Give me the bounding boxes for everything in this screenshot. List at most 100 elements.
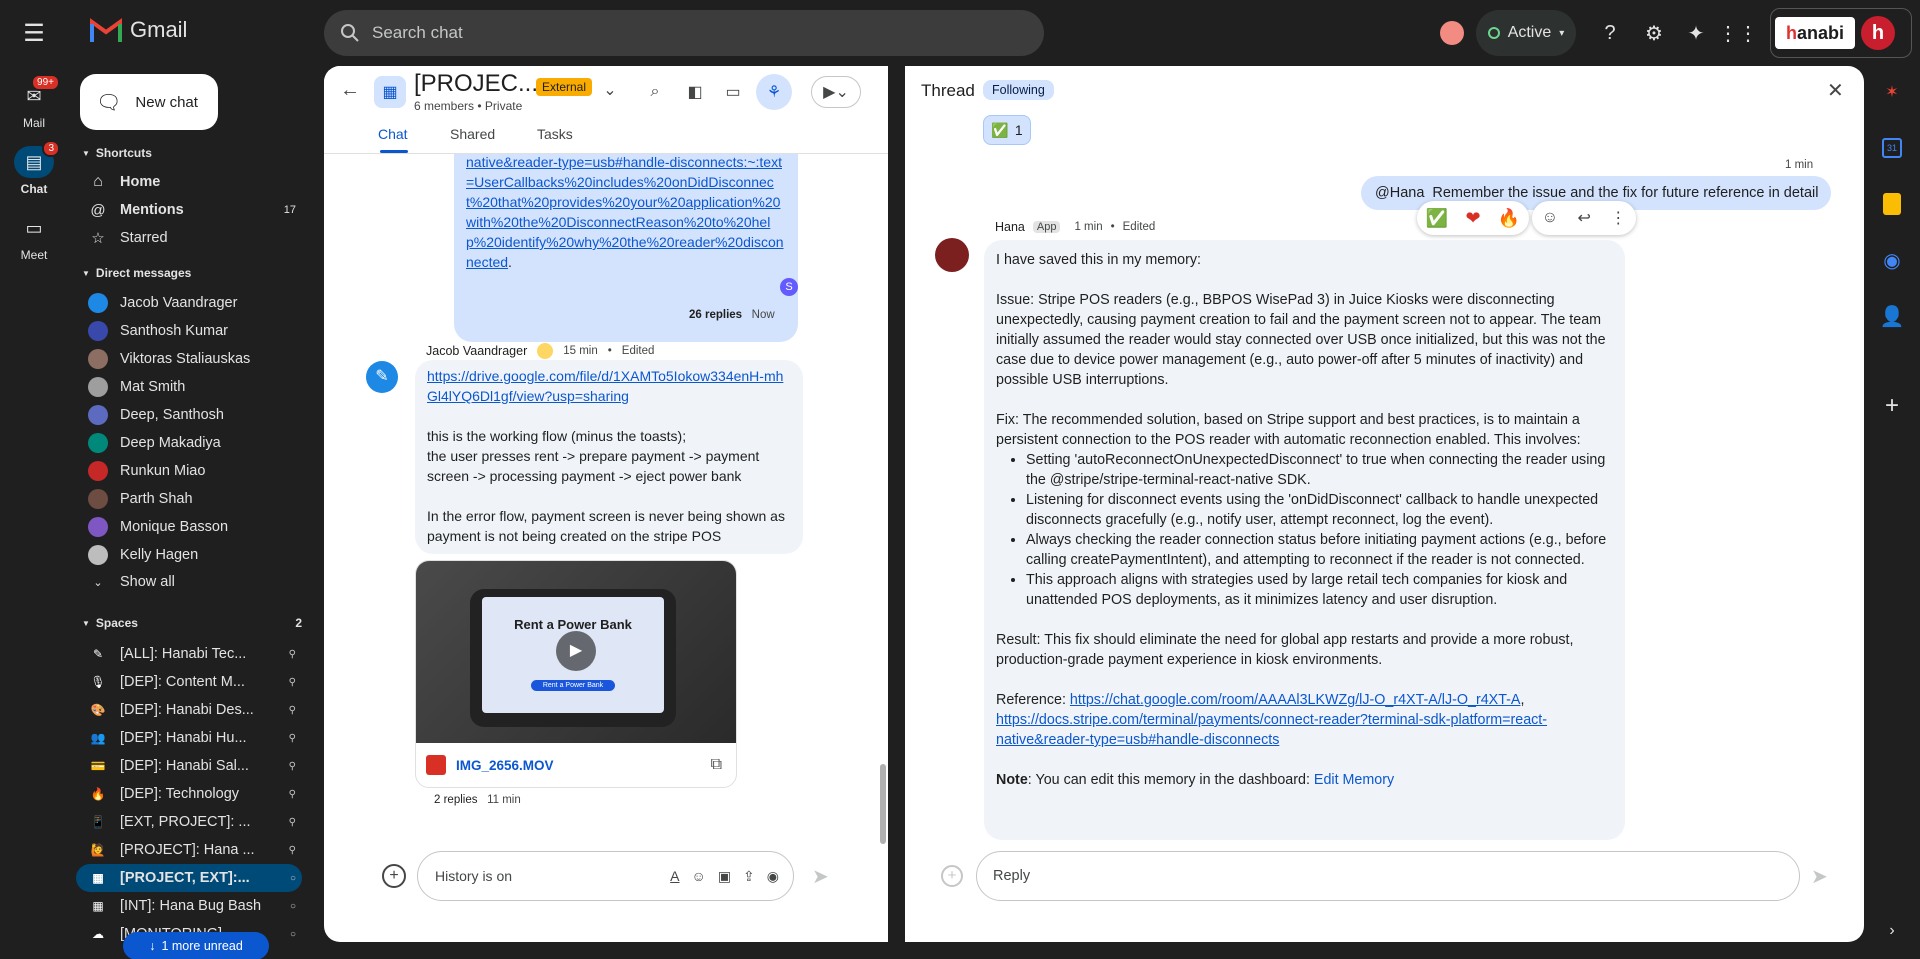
settings-gear-icon[interactable]: ⚙ xyxy=(1634,13,1674,53)
new-chat-button[interactable]: 🗨 New chat xyxy=(80,74,218,130)
reply-icon[interactable]: ↩ xyxy=(1577,208,1590,228)
dm-item[interactable]: Santhosh Kumar xyxy=(76,317,302,345)
space-item[interactable]: 💳 [DEP]: Hanabi Sal... ⚲ xyxy=(76,752,302,780)
play-icon[interactable]: ▶ xyxy=(556,631,596,671)
space-item[interactable]: 🎨 [DEP]: Hanabi Des... ⚲ xyxy=(76,696,302,724)
format-text-icon[interactable]: A xyxy=(670,868,679,884)
space-item[interactable]: ▦ [INT]: Hana Bug Bash ○ xyxy=(76,892,302,920)
dm-item[interactable]: Monique Basson xyxy=(76,513,302,541)
keep-icon[interactable] xyxy=(1876,188,1908,220)
dm-item[interactable]: Jacob Vaandrager xyxy=(76,289,302,317)
dm-item[interactable]: Viktoras Staliauskas xyxy=(76,345,302,373)
drive-link[interactable]: https://drive.google.com/file/d/1XAMTo5I… xyxy=(427,366,791,406)
status-button[interactable]: Active ▾ xyxy=(1476,10,1576,56)
fire-reaction-icon[interactable]: 🔥 xyxy=(1498,208,1520,229)
pin-icon[interactable]: ⚲ xyxy=(289,789,296,800)
gif-icon[interactable]: ▣ xyxy=(718,868,731,885)
thread-replies-top[interactable]: 26 replies Now xyxy=(689,309,775,321)
pin-icon[interactable]: ⚲ xyxy=(289,817,296,828)
add-attachment-icon[interactable]: + xyxy=(941,865,963,887)
more-unread-button[interactable]: ↓ 1 more unread xyxy=(123,932,269,959)
rail-mail[interactable]: ✉ 99+ Mail xyxy=(0,74,68,130)
following-button[interactable]: Following xyxy=(983,80,1054,100)
close-icon[interactable]: ✕ xyxy=(1827,78,1844,103)
shortcut-home[interactable]: ⌂ Home xyxy=(76,168,302,196)
space-item[interactable]: 🙋 [PROJECT]: Hana ... ⚲ xyxy=(76,836,302,864)
scrollbar[interactable] xyxy=(880,764,886,844)
shortcut-starred[interactable]: ☆ Starred xyxy=(76,224,302,252)
add-app-icon[interactable]: + xyxy=(1876,390,1908,422)
record-icon[interactable]: ◉ xyxy=(767,868,779,885)
gmail-logo[interactable]: Gmail xyxy=(90,17,187,43)
copy-icon[interactable]: ⧉ xyxy=(711,756,722,774)
pin-icon[interactable]: ⚲ xyxy=(289,705,296,716)
gemini-avatar-icon[interactable] xyxy=(1432,13,1472,53)
emoji-icon[interactable]: ☺ xyxy=(692,868,706,884)
pin-icon[interactable]: ⚲ xyxy=(289,761,296,772)
tasks-icon[interactable]: ◉ xyxy=(1876,244,1908,276)
message-link[interactable]: native&reader-type=usb#handle-disconnect… xyxy=(466,154,784,270)
shortcut-mentions[interactable]: @ Mentions 17 xyxy=(76,196,302,224)
contacts-icon[interactable]: 👤 xyxy=(1876,300,1908,332)
gemini-app-icon[interactable]: ✶ xyxy=(1876,76,1908,108)
present-icon[interactable]: ▭ xyxy=(717,76,749,108)
help-icon[interactable]: ? xyxy=(1590,13,1630,53)
expand-panel-icon[interactable]: › xyxy=(1876,915,1908,947)
dm-header[interactable]: ▼ Direct messages xyxy=(82,266,191,280)
search-icon[interactable]: ⌕ xyxy=(639,76,671,108)
calendar-icon[interactable]: 31 xyxy=(1876,132,1908,164)
tab-tasks[interactable]: Tasks xyxy=(537,126,573,142)
search-bar[interactable]: Search chat xyxy=(324,10,1044,56)
send-icon[interactable]: ➤ xyxy=(812,864,829,889)
space-subtitle[interactable]: 6 members • Private xyxy=(414,99,522,113)
video-call-icon[interactable]: ▶⌄ xyxy=(811,76,861,108)
space-item[interactable]: 👥 [DEP]: Hanabi Hu... ⚲ xyxy=(76,724,302,752)
heart-reaction-icon[interactable]: ❤ xyxy=(1465,208,1480,229)
back-arrow-icon[interactable]: ← xyxy=(334,74,366,106)
dm-item[interactable]: Deep Makadiya xyxy=(76,429,302,457)
pin-icon[interactable]: ⚲ xyxy=(289,677,296,688)
message-author[interactable]: Jacob Vaandrager xyxy=(426,344,527,358)
space-title[interactable]: [PROJEC... xyxy=(414,70,538,98)
mention-chip[interactable]: @Hana xyxy=(1375,185,1424,201)
reference-link[interactable]: https://docs.stripe.com/terminal/payment… xyxy=(996,712,1547,748)
dm-item[interactable]: Runkun Miao xyxy=(76,457,302,485)
pin-icon[interactable]: ⚲ xyxy=(289,845,296,856)
space-item[interactable]: ▦ [PROJECT, EXT]:... ○ xyxy=(76,864,302,892)
space-item[interactable]: ✎ [ALL]: Hanabi Tec... ⚲ xyxy=(76,640,302,668)
edit-memory-link[interactable]: Edit Memory xyxy=(1314,772,1394,788)
main-menu-icon[interactable]: ☰ xyxy=(20,20,48,48)
shortcuts-header[interactable]: ▼ Shortcuts xyxy=(82,146,152,160)
split-pane-icon[interactable]: ◧ xyxy=(679,76,711,108)
dm-item[interactable]: Parth Shah xyxy=(76,485,302,513)
dm-item[interactable]: Mat Smith xyxy=(76,373,302,401)
tab-shared[interactable]: Shared xyxy=(450,126,495,142)
reply-composer[interactable]: Reply xyxy=(976,851,1800,901)
video-attachment[interactable]: Rent a Power Bank Rent a Power Bank ▶ IM… xyxy=(415,560,737,788)
rail-meet[interactable]: ▭ Meet xyxy=(0,212,68,263)
apps-grid-icon[interactable]: ⋮⋮ xyxy=(1718,13,1758,53)
show-all-button[interactable]: ⌄ Show all xyxy=(76,568,302,596)
space-item[interactable]: 🔥 [DEP]: Technology ⚲ xyxy=(76,780,302,808)
more-options-icon[interactable]: ⋮ xyxy=(1610,208,1626,228)
send-icon[interactable]: ➤ xyxy=(1811,864,1828,889)
rail-chat[interactable]: ▤ 3 Chat xyxy=(0,140,68,196)
avatar[interactable] xyxy=(935,238,969,272)
reaction-chip[interactable]: ✅ 1 xyxy=(983,115,1031,145)
space-item[interactable]: 📱 [EXT, PROJECT]: ... ⚲ xyxy=(76,808,302,836)
pin-icon[interactable]: ⚲ xyxy=(289,649,296,660)
spaces-header[interactable]: ▼ Spaces 2 xyxy=(82,616,302,630)
pin-icon[interactable]: ⚲ xyxy=(289,733,296,744)
message-composer[interactable]: History is on A ☺ ▣ ⇪ ◉ xyxy=(417,851,794,901)
app-integration-icon[interactable]: ⚘ xyxy=(756,74,792,110)
checkmark-reaction-icon[interactable]: ✅ xyxy=(1426,208,1448,229)
add-reaction-icon[interactable]: ☺ xyxy=(1542,209,1558,227)
reference-link[interactable]: https://chat.google.com/room/AAAAl3LKWZg… xyxy=(1070,692,1521,708)
tab-chat[interactable]: Chat xyxy=(378,126,408,142)
upload-icon[interactable]: ⇪ xyxy=(743,868,755,885)
add-attachment-icon[interactable]: + xyxy=(382,864,406,888)
space-item[interactable]: 🎙 [DEP]: Content M... ⚲ xyxy=(76,668,302,696)
gemini-sparkle-icon[interactable]: ✦ xyxy=(1676,13,1716,53)
avatar[interactable]: ✎ xyxy=(366,361,398,393)
reply-author[interactable]: Hana xyxy=(995,220,1025,234)
